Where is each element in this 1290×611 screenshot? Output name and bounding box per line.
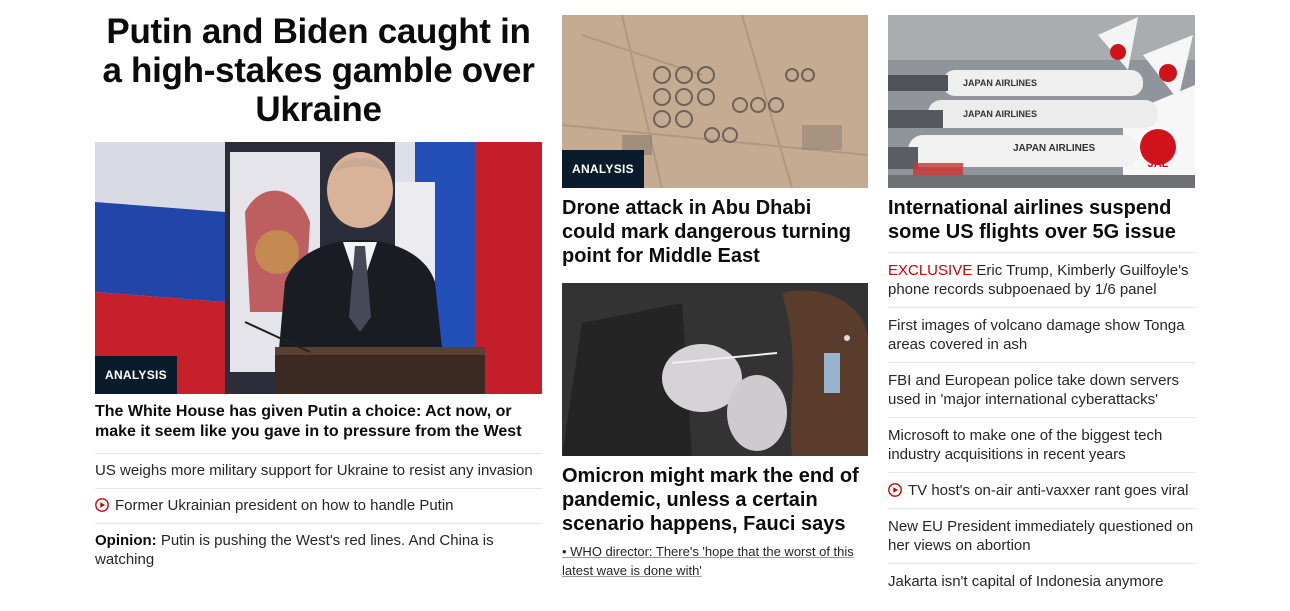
link-text[interactable]: FBI and European police take down server… bbox=[888, 372, 1179, 408]
right-column: JAL JAPAN AIRLINES JAPAN AIRLINES JAPAN … bbox=[888, 15, 1195, 599]
story-headline[interactable]: International airlines suspend some US f… bbox=[888, 196, 1195, 253]
link-text[interactable]: First images of volcano damage show Tong… bbox=[888, 317, 1185, 353]
headline-list: EXCLUSIVE Eric Trump, Kimberly Guilfoyle… bbox=[888, 253, 1195, 599]
middle-column: ANALYSIS Drone attack in Abu Dhabi could… bbox=[562, 15, 868, 580]
link-text[interactable]: New EU President immediately questioned … bbox=[888, 518, 1193, 554]
list-item[interactable]: EXCLUSIVE Eric Trump, Kimberly Guilfoyle… bbox=[888, 253, 1195, 308]
list-item[interactable]: Opinion: Putin is pushing the West's red… bbox=[95, 524, 542, 577]
main-story-subheadline[interactable]: The White House has given Putin a choice… bbox=[95, 402, 542, 454]
airline-text: JAPAN AIRLINES bbox=[963, 78, 1037, 88]
related-link[interactable]: • WHO director: There's 'hope that the w… bbox=[562, 542, 868, 580]
list-item[interactable]: Jakarta isn't capital of Indonesia anymo… bbox=[888, 564, 1195, 599]
link-text[interactable]: Jakarta isn't capital of Indonesia anymo… bbox=[888, 573, 1164, 590]
list-item[interactable]: Former Ukrainian president on how to han… bbox=[95, 489, 542, 524]
main-story-image[interactable]: ANALYSIS bbox=[95, 142, 542, 394]
analysis-badge: ANALYSIS bbox=[562, 150, 644, 188]
list-item[interactable]: US weighs more military support for Ukra… bbox=[95, 454, 542, 489]
list-item[interactable]: Microsoft to make one of the biggest tec… bbox=[888, 418, 1195, 473]
opinion-label: Opinion: bbox=[95, 532, 157, 549]
story-headline[interactable]: Drone attack in Abu Dhabi could mark dan… bbox=[562, 196, 868, 268]
list-item[interactable]: FBI and European police take down server… bbox=[888, 363, 1195, 418]
story-image[interactable]: JAL JAPAN AIRLINES JAPAN AIRLINES JAPAN … bbox=[888, 15, 1195, 188]
main-headline[interactable]: Putin and Biden caught in a high-stakes … bbox=[95, 12, 542, 129]
list-item[interactable]: TV host's on-air anti-vaxxer rant goes v… bbox=[888, 473, 1195, 509]
exclusive-label: EXCLUSIVE bbox=[888, 262, 973, 279]
main-story: Putin and Biden caught in a high-stakes … bbox=[95, 12, 542, 577]
story-image[interactable] bbox=[562, 283, 868, 456]
play-icon bbox=[95, 498, 109, 512]
jal-tail-text: JAL bbox=[1148, 158, 1169, 170]
link-text[interactable]: TV host's on-air anti-vaxxer rant goes v… bbox=[908, 482, 1188, 499]
main-story-related-list: US weighs more military support for Ukra… bbox=[95, 454, 542, 577]
link-text[interactable]: Microsoft to make one of the biggest tec… bbox=[888, 427, 1162, 463]
japan-airlines-planes-photo: JAL JAPAN AIRLINES JAPAN AIRLINES JAPAN … bbox=[888, 15, 1195, 188]
story-card-omicron[interactable]: Omicron might mark the end of pandemic, … bbox=[562, 283, 868, 580]
link-text[interactable]: US weighs more military support for Ukra… bbox=[95, 462, 533, 479]
airline-text: JAPAN AIRLINES bbox=[963, 109, 1037, 119]
link-text[interactable]: Former Ukrainian president on how to han… bbox=[115, 497, 454, 514]
play-icon bbox=[888, 483, 902, 497]
airline-text: JAPAN AIRLINES bbox=[1013, 143, 1096, 154]
story-card-drone[interactable]: ANALYSIS Drone attack in Abu Dhabi could… bbox=[562, 15, 868, 268]
story-headline[interactable]: Omicron might mark the end of pandemic, … bbox=[562, 464, 868, 536]
covid-test-photo bbox=[562, 283, 868, 456]
story-image[interactable]: ANALYSIS bbox=[562, 15, 868, 188]
list-item[interactable]: New EU President immediately questioned … bbox=[888, 509, 1195, 564]
list-item[interactable]: First images of volcano damage show Tong… bbox=[888, 308, 1195, 363]
analysis-badge: ANALYSIS bbox=[95, 356, 177, 394]
